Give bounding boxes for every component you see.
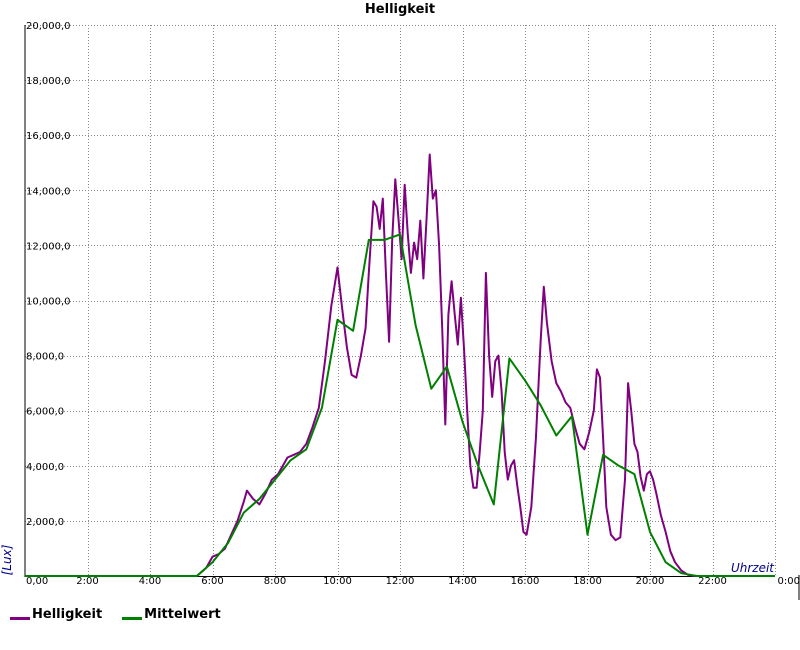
x-tick-label: 18:00 (573, 576, 602, 587)
y-tick-label: 4,000,0 (26, 462, 64, 473)
y-tick-label: 8,000,0 (26, 352, 64, 363)
x-tick-label: 0:00 (778, 576, 800, 587)
x-tick-label: 16:00 (511, 576, 540, 587)
y-tick-label: 14,000,0 (26, 186, 71, 197)
x-tick-label: 14:00 (448, 576, 477, 587)
legend: Helligkeit Mittelwert (10, 607, 241, 622)
y-tick-label: 6,000,0 (26, 407, 64, 418)
x-tick-label: 6:00 (201, 576, 223, 587)
legend-item-helligkeit: Helligkeit (10, 607, 102, 622)
x-tick-label: 10:00 (323, 576, 352, 587)
legend-swatch-mittelwert (122, 617, 143, 620)
y-tick-label: 20,000,0 (26, 21, 71, 32)
y-axis-label: [Lux] (0, 544, 14, 575)
legend-swatch-helligkeit (10, 617, 30, 620)
x-tick-label: 12:00 (386, 576, 415, 587)
x-tick-label: 20:00 (636, 576, 665, 587)
x-tick-label: 22:00 (698, 576, 727, 587)
y-tick-label: 16,000,0 (26, 131, 71, 142)
x-tick-label: 0,00 (26, 576, 48, 587)
y-tick-label: 2,000,0 (26, 517, 64, 528)
chart: 2,000,0 4,000,0 6,000,0 8,000,0 10,000,0 12,0… (0, 2, 800, 600)
x-tick-label: 4:00 (139, 576, 161, 587)
legend-item-mittelwert: Mittelwert (122, 607, 221, 622)
x-tick-label: 8:00 (264, 576, 286, 587)
y-tick-label: 12,000,0 (26, 241, 71, 252)
y-tick-label: 10,000,0 (26, 297, 71, 308)
x-tick-labels: 0,00 2:00 4:00 6:00 8:00 10:00 12:00 14:00 16:00… (26, 576, 800, 587)
y-tick-label: 18,000,0 (26, 76, 71, 87)
chart-title: Helligkeit (365, 2, 435, 17)
x-tick-label: 2:00 (76, 576, 98, 587)
legend-label: Mittelwert (144, 607, 221, 622)
legend-label: Helligkeit (32, 607, 103, 622)
x-axis-label: Uhrzeit (731, 561, 775, 575)
